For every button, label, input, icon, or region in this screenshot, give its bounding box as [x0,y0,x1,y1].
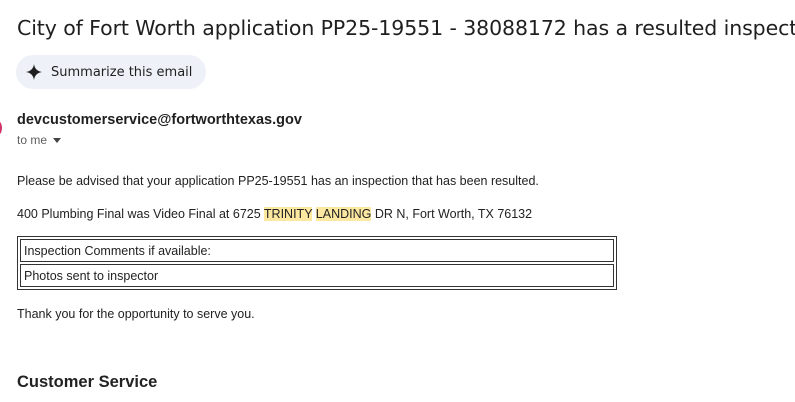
summarize-email-button[interactable]: Summarize this email [16,55,206,89]
inspection-prefix: 400 Plumbing Final was Video Final at 67… [17,207,264,221]
recipient-label: to me [17,133,48,147]
email-subject: City of Fort Worth application PP25-1955… [17,16,795,40]
recipient-details-toggle[interactable]: to me [17,133,62,147]
chevron-down-icon [53,137,62,143]
inspection-suffix: DR N, Fort Worth, TX 76132 [371,207,533,221]
comments-value-cell: Photos sent to inspector [20,264,614,287]
comments-header-cell: Inspection Comments if available: [20,239,614,262]
table-row: Inspection Comments if available: [20,239,614,262]
sparkle-icon [26,64,42,80]
signoff-heading: Customer Service [17,373,158,391]
sender-address[interactable]: devcustomerservice@fortworthtexas.gov [17,112,302,128]
highlighted-term: TRINITY [263,207,313,221]
summarize-label: Summarize this email [51,64,193,80]
inspection-line: 400 Plumbing Final was Video Final at 67… [17,207,532,221]
body-intro: Please be advised that your application … [17,174,539,188]
inspection-comments-table: Inspection Comments if available: Photos… [17,236,617,290]
body-thanks: Thank you for the opportunity to serve y… [17,307,255,321]
highlighted-term: LANDING [315,207,372,221]
avatar[interactable] [0,121,2,135]
table-row: Photos sent to inspector [20,264,614,287]
